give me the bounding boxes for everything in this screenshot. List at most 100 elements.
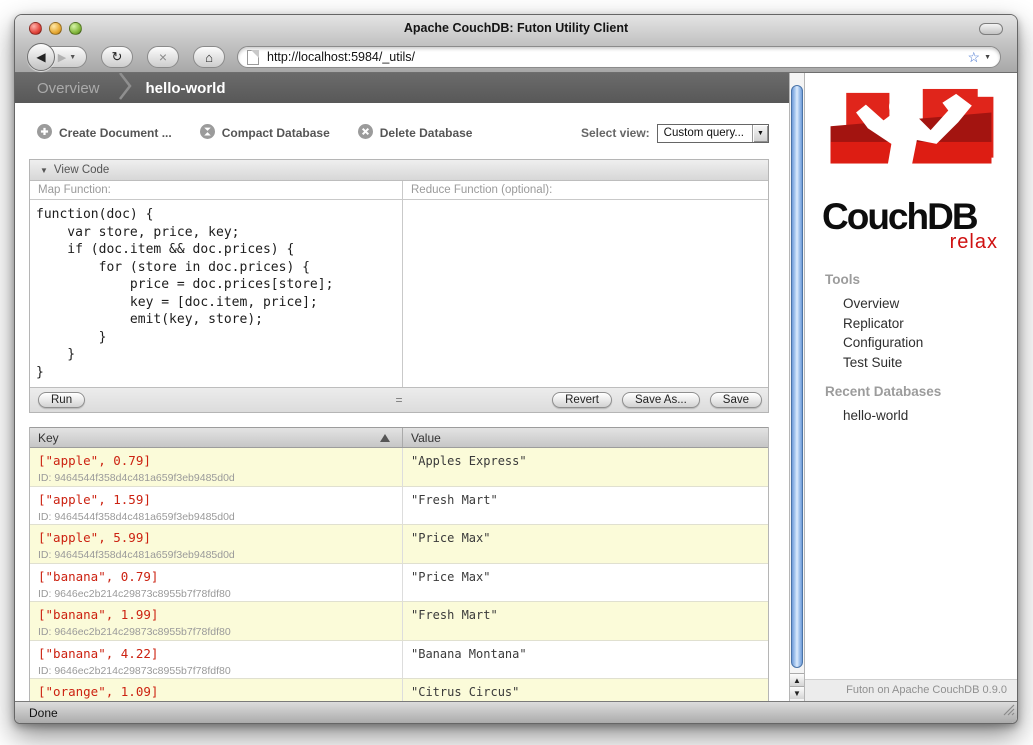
reload-button[interactable]: ↻ <box>101 46 133 68</box>
browser-toolbar: ◀ ▶ ▼ ↻ × ⌂ http://localhost:5984/_utils… <box>27 42 1001 72</box>
scroll-down-button[interactable]: ▼ <box>790 686 804 699</box>
view-select[interactable]: Custom query... ▼ <box>657 124 769 143</box>
sidebar-item-overview[interactable]: Overview <box>805 294 1017 314</box>
history-dropdown-icon: ▼ <box>69 54 76 61</box>
disclosure-triangle-icon: ▼ <box>40 166 48 175</box>
sidebar: CouchDB relax Tools Overview Replicator … <box>805 73 1017 701</box>
table-row: ["banana", 1.99] ID: 9646ec2b214c29873c8… <box>30 602 768 641</box>
map-function-editor[interactable]: function(doc) { var store, price, key; i… <box>30 200 402 387</box>
futon-version-footer: Futon on Apache CouchDB 0.9.0 <box>805 679 1017 701</box>
table-header: Key Value <box>30 427 768 448</box>
back-icon: ◀ <box>36 50 45 64</box>
arrow-down-icon: ▼ <box>793 689 801 698</box>
row-value: "Fresh Mart" <box>403 602 768 640</box>
save-button[interactable]: Save <box>710 392 762 408</box>
delete-database-button[interactable]: Delete Database <box>358 124 473 142</box>
browser-window: Apache CouchDB: Futon Utility Client ◀ ▶… <box>14 14 1018 724</box>
run-button[interactable]: Run <box>38 392 85 408</box>
breadcrumb-current-db: hello-world <box>146 80 226 97</box>
table-row: ["orange", 1.09] "Citrus Circus" <box>30 679 768 701</box>
select-view-label: Select view: <box>581 126 650 140</box>
couchdb-logo: CouchDB relax <box>822 87 1000 254</box>
splitter-handle[interactable]: = <box>395 393 402 407</box>
row-key-link[interactable]: ["banana", 1.99] <box>38 607 394 622</box>
breadcrumb: Overview hello-world <box>15 73 789 103</box>
recent-databases-section-title: Recent Databases <box>825 384 1017 399</box>
url-field[interactable]: http://localhost:5984/_utils/ <box>267 50 968 64</box>
compact-database-button[interactable]: Compact Database <box>200 124 330 142</box>
page-content: Overview hello-world Create Document ... <box>15 73 1017 701</box>
tools-section-title: Tools <box>825 272 1017 287</box>
create-document-button[interactable]: Create Document ... <box>37 124 172 142</box>
vertical-scrollbar[interactable]: ▲ ▼ <box>789 73 805 701</box>
sidebar-nav: Tools Overview Replicator Configuration … <box>805 272 1017 426</box>
resize-grip[interactable] <box>1002 703 1015 721</box>
view-select-value: Custom query... <box>658 125 752 142</box>
close-window-button[interactable] <box>29 22 42 35</box>
row-key-link[interactable]: ["banana", 0.79] <box>38 569 394 584</box>
sort-ascending-icon <box>380 434 390 442</box>
results-table: Key Value ["apple", 0.79] ID: 9464544f35… <box>29 427 769 701</box>
view-code-panel: ▼ View Code Map Function: function(doc) … <box>29 159 769 413</box>
row-key-link[interactable]: ["apple", 5.99] <box>38 530 394 545</box>
row-value: "Citrus Circus" <box>403 679 768 701</box>
back-button[interactable]: ◀ <box>27 43 55 71</box>
page-icon <box>247 50 259 65</box>
stop-icon: × <box>159 49 167 65</box>
titlebar[interactable]: Apache CouchDB: Futon Utility Client <box>15 15 1017 41</box>
row-value: "Price Max" <box>403 564 768 602</box>
bookmark-dropdown-icon[interactable]: ▼ <box>984 54 991 61</box>
arrow-up-icon: ▲ <box>793 676 801 685</box>
main-area: Overview hello-world Create Document ... <box>15 73 789 701</box>
row-doc-id: ID: 9464544f358d4c481a659f3eb9485d0d <box>38 472 394 484</box>
reduce-function-editor[interactable] <box>403 200 768 212</box>
table-row: ["apple", 1.59] ID: 9464544f358d4c481a65… <box>30 487 768 526</box>
home-button[interactable]: ⌂ <box>193 46 225 68</box>
address-bar[interactable]: http://localhost:5984/_utils/ ☆ ▼ <box>237 46 1001 68</box>
scrollbar-thumb[interactable] <box>791 85 803 668</box>
status-text: Done <box>29 706 58 720</box>
toolbar-toggle-pill[interactable] <box>979 23 1003 35</box>
stop-button[interactable]: × <box>147 46 179 68</box>
select-dropdown-button[interactable]: ▼ <box>752 125 768 142</box>
reduce-function-label: Reduce Function (optional): <box>403 181 768 200</box>
window-title: Apache CouchDB: Futon Utility Client <box>15 15 1017 41</box>
sidebar-item-hello-world[interactable]: hello-world <box>805 406 1017 426</box>
minimize-window-button[interactable] <box>49 22 62 35</box>
breadcrumb-overview-link[interactable]: Overview <box>37 80 100 97</box>
view-code-title: View Code <box>54 164 109 176</box>
logo-wordmark: CouchDB <box>822 198 1000 235</box>
table-row: ["banana", 0.79] ID: 9646ec2b214c29873c8… <box>30 564 768 603</box>
reload-icon: ↻ <box>112 49 123 65</box>
sidebar-item-configuration[interactable]: Configuration <box>805 333 1017 353</box>
x-circle-icon <box>358 124 373 142</box>
row-doc-id: ID: 9646ec2b214c29873c8955b7f78fdf80 <box>38 665 394 677</box>
view-code-toggle[interactable]: ▼ View Code <box>30 160 768 181</box>
forward-icon: ▶ <box>58 51 66 64</box>
row-key-link[interactable]: ["orange", 1.09] <box>38 684 394 699</box>
compact-circle-icon <box>200 124 215 142</box>
row-doc-id: ID: 9464544f358d4c481a659f3eb9485d0d <box>38 549 394 561</box>
breadcrumb-chevron-icon <box>118 73 132 105</box>
sidebar-item-replicator[interactable]: Replicator <box>805 314 1017 334</box>
row-doc-id: ID: 9646ec2b214c29873c8955b7f78fdf80 <box>38 626 394 638</box>
key-column-header[interactable]: Key <box>30 428 403 447</box>
scroll-up-button[interactable]: ▲ <box>790 673 804 686</box>
map-function-panel: Map Function: function(doc) { var store,… <box>30 181 403 387</box>
database-toolbar: Create Document ... Compact Database Del… <box>37 119 769 147</box>
table-row: ["apple", 5.99] ID: 9464544f358d4c481a65… <box>30 525 768 564</box>
sidebar-item-test-suite[interactable]: Test Suite <box>805 353 1017 373</box>
row-key-link[interactable]: ["banana", 4.22] <box>38 646 394 661</box>
map-function-label: Map Function: <box>30 181 402 200</box>
bookmark-star-icon[interactable]: ☆ <box>968 49 981 66</box>
create-document-label: Create Document ... <box>59 126 172 140</box>
row-key-link[interactable]: ["apple", 1.59] <box>38 492 394 507</box>
home-icon: ⌂ <box>205 50 213 65</box>
revert-button[interactable]: Revert <box>552 392 612 408</box>
zoom-window-button[interactable] <box>69 22 82 35</box>
window-chrome: Apache CouchDB: Futon Utility Client ◀ ▶… <box>15 15 1017 73</box>
value-column-header[interactable]: Value <box>403 428 768 447</box>
save-as-button[interactable]: Save As... <box>622 392 700 408</box>
row-key-link[interactable]: ["apple", 0.79] <box>38 453 394 468</box>
chevron-down-icon: ▼ <box>757 130 764 137</box>
